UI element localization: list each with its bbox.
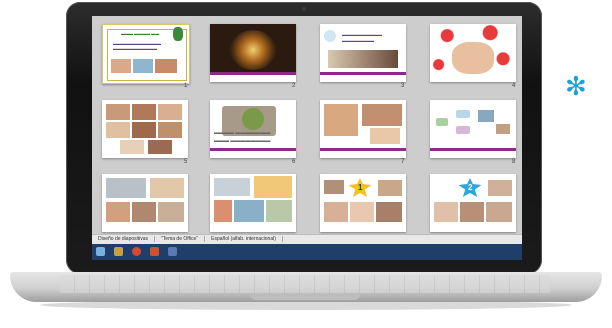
slide-text: ▬▬▬▬▬▬▬▬▬▬▬ [113, 46, 157, 51]
slide-text: ▬▬▬▬▬▬▬▬ [342, 38, 374, 43]
photo [328, 50, 398, 68]
slide-number: 4 [512, 83, 516, 89]
photo [496, 124, 510, 134]
slide-text: ▬▬▬▬▬▬▬▬▬▬ [342, 32, 382, 37]
child-photo [370, 128, 400, 144]
slide-number: 5 [184, 159, 188, 165]
windows-taskbar [92, 244, 522, 260]
status-language[interactable]: Español (alfab. internacional) [205, 236, 283, 242]
status-bar: Diseño de diapositivas "Tema de Office" Es… [92, 234, 522, 244]
slide-text: ▬▬▬▬ ▬▬▬▬▬▬▬ [214, 130, 271, 136]
photo [111, 59, 131, 73]
photo [478, 110, 494, 122]
status-theme: "Tema de Office" [155, 236, 206, 242]
diagram-box [456, 110, 470, 118]
photo [214, 200, 232, 222]
photo [488, 180, 512, 196]
slide-text: ▬▬▬ ▬▬▬▬ ▬▬ [121, 31, 160, 36]
laptop-lid: ▬▬▬ ▬▬▬▬ ▬▬ ▬▬▬▬▬▬▬▬▬▬▬▬ ▬▬▬▬▬▬▬▬▬▬▬ 1 2… [66, 2, 542, 274]
trackpad [250, 294, 360, 300]
slide-thumbnail-10[interactable] [210, 174, 296, 232]
diagram-box [436, 118, 448, 126]
slide-thumbnail-2[interactable] [210, 24, 296, 82]
accent-bar [210, 72, 296, 75]
slide-thumbnail-8[interactable] [430, 100, 516, 158]
family-photo [452, 42, 494, 74]
slide-number: 1 [184, 83, 188, 89]
slide-thumbnail-5[interactable] [102, 100, 188, 158]
photo [434, 202, 458, 222]
slide-thumbnail-6[interactable]: ▬▬▬▬ ▬▬▬▬▬▬▬ ▬▬▬ ▬▬▬▬▬▬▬▬ [210, 100, 296, 158]
keyboard [60, 275, 550, 293]
photo [133, 59, 153, 73]
accent-bar [320, 148, 406, 151]
powerpoint-icon[interactable] [150, 247, 159, 256]
photo [150, 178, 184, 198]
star-badge-number: 1 [358, 183, 363, 192]
laptop-screen: ▬▬▬ ▬▬▬▬ ▬▬ ▬▬▬▬▬▬▬▬▬▬▬▬ ▬▬▬▬▬▬▬▬▬▬▬ 1 2… [92, 16, 522, 260]
photo [234, 200, 264, 222]
photo [132, 122, 156, 138]
photo [132, 202, 156, 222]
photo [378, 180, 402, 196]
photo [214, 178, 250, 196]
photo [350, 202, 374, 222]
footer-strip [210, 74, 296, 82]
icon-bubble [324, 30, 336, 42]
photo [120, 140, 144, 154]
slide-number: 6 [292, 159, 296, 165]
slide-thumbnail-1[interactable]: ▬▬▬ ▬▬▬▬ ▬▬ ▬▬▬▬▬▬▬▬▬▬▬▬ ▬▬▬▬▬▬▬▬▬▬▬ [102, 24, 190, 84]
photo [155, 59, 177, 73]
chrome-icon[interactable] [132, 247, 141, 256]
slide-number: 8 [512, 159, 516, 165]
slide-sorter-view: ▬▬▬ ▬▬▬▬ ▬▬ ▬▬▬▬▬▬▬▬▬▬▬▬ ▬▬▬▬▬▬▬▬▬▬▬ 1 2… [92, 16, 522, 241]
accent-bar [210, 148, 296, 151]
accent-bar [430, 148, 516, 151]
photo [158, 122, 182, 138]
circle-graphic [242, 108, 264, 130]
slide-number: 7 [401, 159, 405, 165]
slide-thumbnail-3[interactable]: ▬▬▬▬▬▬▬▬▬▬ ▬▬▬▬▬▬▬▬ [320, 24, 406, 82]
photo [460, 202, 484, 222]
slide-text: ▬▬▬ ▬▬▬▬▬▬▬▬ [214, 138, 271, 144]
photo [106, 122, 130, 138]
neuron-image [230, 30, 276, 70]
photo [324, 202, 348, 222]
slide-thumbnail-7[interactable] [320, 100, 406, 158]
slide-thumbnail-4[interactable] [430, 24, 516, 82]
photo [106, 104, 130, 120]
start-icon[interactable] [96, 247, 105, 256]
photo [148, 140, 172, 154]
photo [486, 202, 512, 222]
photo [158, 202, 184, 222]
accent-bar [320, 72, 406, 75]
status-view: Diseño de diapositivas [92, 236, 156, 242]
photo [106, 202, 130, 222]
photo [324, 180, 344, 194]
explorer-icon[interactable] [114, 247, 123, 256]
child-photo [324, 104, 358, 136]
slide-number: 3 [401, 83, 405, 89]
slide-number: 2 [292, 83, 296, 89]
photo [158, 104, 182, 120]
slide-thumbnail-9[interactable] [102, 174, 188, 232]
logo-figure [173, 27, 183, 41]
webcam [302, 7, 306, 11]
star-badge-number: 2 [468, 183, 473, 192]
child-photo [362, 104, 402, 126]
asterisk-icon: ✻ [565, 72, 587, 102]
photo [266, 200, 292, 222]
taskbar-app-icon[interactable] [168, 247, 177, 256]
photo [106, 178, 146, 198]
slide-thumbnail-11[interactable]: 1 [320, 174, 406, 232]
photo [254, 176, 292, 198]
photo [376, 202, 402, 222]
diagram-box [456, 126, 470, 134]
slide-thumbnail-12[interactable]: 2 [430, 174, 516, 232]
photo [132, 104, 156, 120]
